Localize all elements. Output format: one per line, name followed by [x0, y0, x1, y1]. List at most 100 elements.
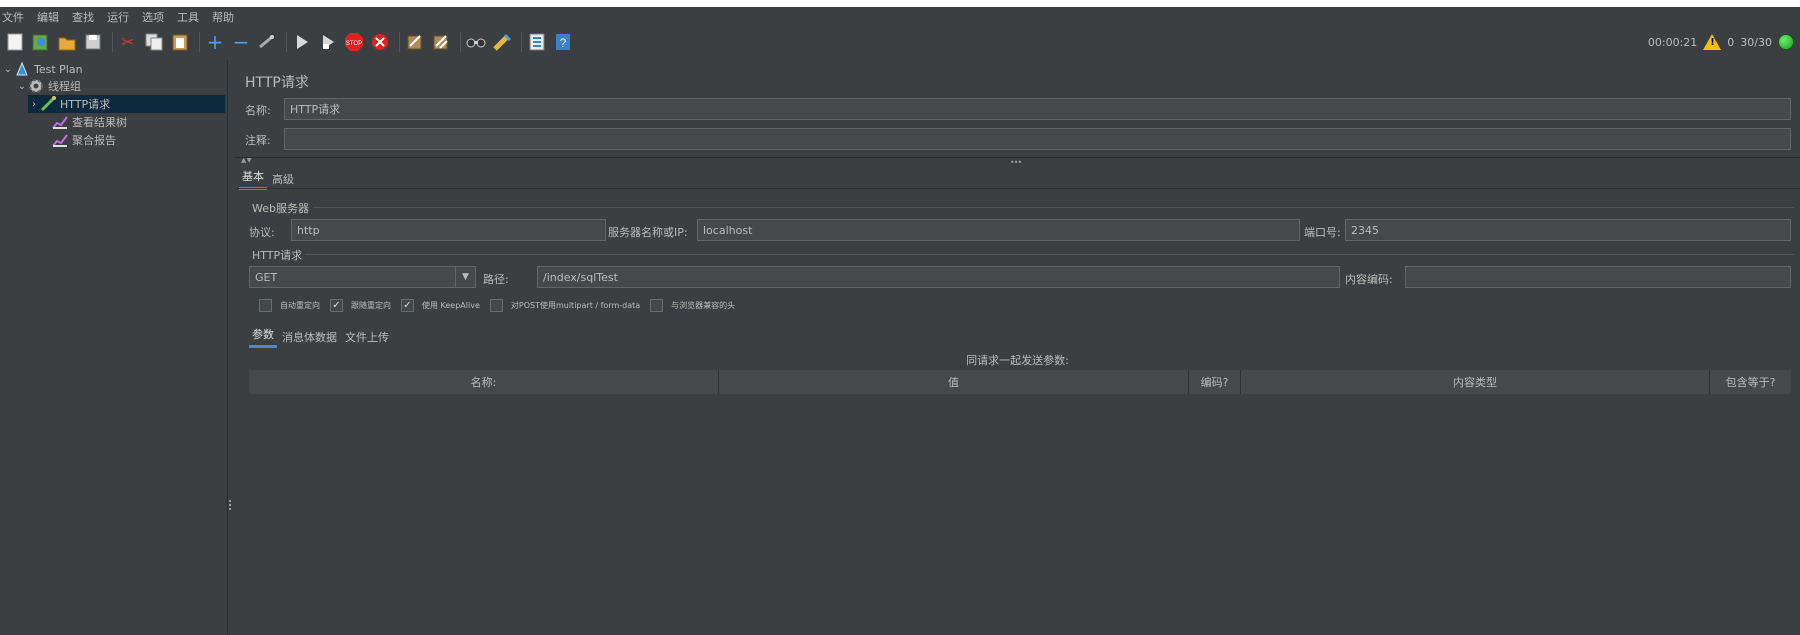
listener-icon: [52, 114, 68, 130]
protocol-label: 协议:: [249, 226, 275, 239]
encoding-field[interactable]: [1405, 266, 1791, 288]
cut-icon[interactable]: ✂: [117, 31, 139, 53]
column-encode[interactable]: 编码?: [1189, 370, 1241, 394]
tab-parameters[interactable]: 参数: [249, 324, 277, 348]
tree-item-label: 聚合报告: [72, 134, 116, 147]
multipart-checkbox[interactable]: [489, 299, 503, 312]
toolbar-separator: [521, 32, 522, 52]
start-icon[interactable]: [291, 31, 313, 53]
web-server-title: Web服务器: [252, 202, 309, 215]
collapse-icon[interactable]: −: [230, 31, 252, 53]
templates-icon[interactable]: [30, 31, 52, 53]
open-icon[interactable]: [56, 31, 78, 53]
tab-basic[interactable]: 基本: [239, 166, 267, 190]
clear-all-icon[interactable]: [430, 31, 452, 53]
auto-redirect-checkbox[interactable]: [259, 299, 272, 312]
server-field[interactable]: localhost: [697, 219, 1300, 241]
help-icon[interactable]: ?: [552, 31, 574, 53]
new-icon[interactable]: [4, 31, 26, 53]
multipart-label: 对POST使用multipart / form-data: [510, 301, 641, 310]
thread-count: 30/30: [1740, 35, 1772, 49]
clear-icon[interactable]: [404, 31, 426, 53]
splitter-grip-icon[interactable]: [229, 500, 232, 510]
http-request-title: HTTP请求: [252, 249, 303, 262]
column-include-equals[interactable]: 包含等于?: [1710, 370, 1791, 394]
toggle-icon[interactable]: [256, 31, 278, 53]
toolbar-separator: [112, 32, 113, 52]
stop-icon[interactable]: STOP: [343, 31, 365, 53]
dropdown-arrow-icon[interactable]: ▼: [455, 267, 475, 287]
comment-field[interactable]: [284, 128, 1791, 150]
tree-item-view-results-tree[interactable]: 查看结果树: [40, 113, 220, 131]
vertical-splitter[interactable]: [227, 60, 234, 635]
tab-body-data[interactable]: 消息体数据: [279, 327, 340, 348]
tree-item-test-plan[interactable]: ⌄ Test Plan: [2, 60, 222, 78]
warning-icon[interactable]: [1703, 34, 1722, 50]
column-name[interactable]: 名称:: [249, 370, 719, 394]
tab-file-upload[interactable]: 文件上传: [342, 327, 392, 348]
menu-edit[interactable]: 编辑: [37, 9, 59, 25]
expand-icon[interactable]: +: [204, 31, 226, 53]
search-icon[interactable]: [465, 31, 487, 53]
http-request-panel: HTTP请求 名称: HTTP请求 注释: ▲▼ ••• 基本 高级 Web服务…: [235, 60, 1800, 635]
params-table-caption: 同请求一起发送参数:: [966, 354, 1069, 367]
svg-text:?: ?: [560, 36, 567, 50]
method-select[interactable]: GET ▼: [249, 266, 476, 288]
elapsed-time: 00:00:21: [1647, 35, 1698, 49]
port-field[interactable]: 2345: [1345, 219, 1791, 241]
menu-help[interactable]: 帮助: [212, 9, 234, 25]
browser-headers-checkbox[interactable]: [650, 299, 664, 312]
shutdown-icon[interactable]: [369, 31, 391, 53]
tree-item-http-request[interactable]: › HTTP请求: [28, 95, 225, 113]
main-tabs: 基本 高级: [239, 166, 299, 190]
start-no-pause-icon[interactable]: [317, 31, 339, 53]
chevron-right-icon[interactable]: ›: [28, 99, 40, 110]
tree-item-thread-group[interactable]: ⌄ 线程组: [16, 77, 216, 95]
path-field[interactable]: /index/sqlTest: [537, 266, 1340, 288]
column-content-type[interactable]: 内容类型: [1241, 370, 1710, 394]
tree-item-aggregate-report[interactable]: 聚合报告: [40, 131, 220, 149]
window-title-strip: [0, 0, 1800, 7]
column-value[interactable]: 值: [719, 370, 1189, 394]
copy-icon[interactable]: [143, 31, 165, 53]
follow-redirect-checkbox[interactable]: ✓: [330, 299, 343, 312]
test-plan-tree: ⌄ Test Plan ⌄ 线程组 › HTTP请求 查看结果树 聚合报告: [0, 60, 227, 635]
tree-item-label: 线程组: [48, 80, 81, 93]
params-tabs: 参数 消息体数据 文件上传: [249, 324, 394, 348]
menu-run[interactable]: 运行: [107, 9, 129, 25]
page-title: HTTP请求: [245, 75, 309, 91]
reset-search-icon[interactable]: [491, 31, 513, 53]
path-label: 路径:: [483, 273, 509, 286]
name-label: 名称:: [245, 104, 271, 117]
save-icon[interactable]: [82, 31, 104, 53]
splitter-grip-icon[interactable]: •••: [1010, 158, 1022, 167]
chevron-down-icon[interactable]: ⌄: [2, 64, 14, 75]
menu-tools[interactable]: 工具: [177, 9, 199, 25]
encoding-label: 内容编码:: [1345, 273, 1393, 286]
paste-icon[interactable]: [169, 31, 191, 53]
chevron-down-icon[interactable]: ⌄: [16, 81, 28, 92]
protocol-field[interactable]: http: [291, 219, 606, 241]
sampler-icon: [40, 96, 56, 112]
port-label: 端口号:: [1304, 226, 1341, 239]
menu-file[interactable]: 文件: [2, 9, 24, 25]
follow-redirect-label: 跟随重定向: [351, 301, 391, 310]
tree-item-label: Test Plan: [34, 62, 83, 76]
menu-search[interactable]: 查找: [72, 9, 94, 25]
name-field[interactable]: HTTP请求: [284, 98, 1791, 120]
toolbar-separator: [399, 32, 400, 52]
keepalive-checkbox[interactable]: ✓: [401, 299, 414, 312]
toolbar-separator: [460, 32, 461, 52]
tree-item-label: 查看结果树: [72, 116, 127, 129]
browser-headers-label: 与浏览器兼容的头: [671, 301, 736, 310]
group-divider: [313, 207, 1794, 208]
tabs-divider: [235, 188, 1800, 189]
test-plan-icon: [14, 61, 30, 77]
server-label: 服务器名称或IP:: [608, 226, 688, 239]
auto-redirect-label: 自动重定向: [280, 301, 320, 310]
running-status-icon: [1778, 34, 1794, 50]
menu-options[interactable]: 选项: [142, 9, 164, 25]
status-area: 00:00:21 0 30/30: [1648, 30, 1794, 54]
tab-advanced[interactable]: 高级: [269, 169, 297, 190]
function-helper-icon[interactable]: [526, 31, 548, 53]
